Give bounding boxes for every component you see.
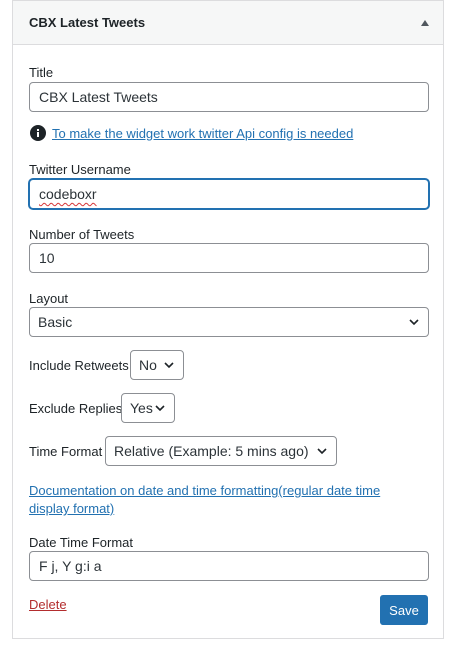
replies-label: Exclude Replies bbox=[29, 401, 123, 416]
time-format-select[interactable]: Relative (Example: 5 mins ago) bbox=[105, 436, 337, 466]
datetime-format-input[interactable]: F j, Y g:i a bbox=[29, 551, 429, 581]
chevron-down-icon bbox=[317, 448, 327, 455]
doc-link-line2[interactable]: display format) bbox=[29, 501, 114, 516]
api-notice: To make the widget work twitter Api conf… bbox=[30, 125, 353, 141]
retweets-value: No bbox=[139, 357, 157, 373]
chevron-down-icon bbox=[155, 405, 165, 412]
username-value: codeboxr bbox=[39, 186, 97, 202]
username-input[interactable]: codeboxr bbox=[29, 179, 429, 209]
save-button[interactable]: Save bbox=[380, 595, 428, 625]
title-input[interactable]: CBX Latest Tweets bbox=[29, 82, 429, 112]
layout-label: Layout bbox=[29, 291, 69, 306]
arrow-up-icon[interactable] bbox=[421, 19, 429, 26]
widget-title: CBX Latest Tweets bbox=[29, 15, 146, 30]
chevron-down-icon bbox=[164, 362, 174, 369]
replies-value: Yes bbox=[130, 400, 153, 416]
title-label: Title bbox=[29, 65, 54, 80]
layout-select[interactable]: Basic bbox=[29, 307, 429, 337]
widget-panel: CBX Latest Tweets Title CBX Latest Tweet… bbox=[12, 0, 444, 639]
num-tweets-input[interactable]: 10 bbox=[29, 243, 429, 273]
layout-value: Basic bbox=[38, 314, 73, 330]
info-icon bbox=[30, 125, 46, 141]
doc-link-line1[interactable]: Documentation on date and time formattin… bbox=[29, 483, 380, 498]
retweets-label: Include Retweets bbox=[29, 358, 129, 373]
widget-header[interactable]: CBX Latest Tweets bbox=[13, 1, 443, 45]
username-label: Twitter Username bbox=[29, 162, 131, 177]
api-config-link[interactable]: To make the widget work twitter Api conf… bbox=[52, 126, 353, 141]
time-format-value: Relative (Example: 5 mins ago) bbox=[114, 443, 309, 459]
delete-link[interactable]: Delete bbox=[29, 597, 67, 612]
time-format-label: Time Format bbox=[29, 444, 103, 459]
datetime-format-label: Date Time Format bbox=[29, 535, 134, 550]
chevron-down-icon bbox=[409, 319, 419, 326]
num-tweets-label: Number of Tweets bbox=[29, 227, 135, 242]
retweets-select[interactable]: No bbox=[130, 350, 184, 380]
doc-link-block: Documentation on date and time formattin… bbox=[29, 482, 429, 518]
replies-select[interactable]: Yes bbox=[121, 393, 175, 423]
